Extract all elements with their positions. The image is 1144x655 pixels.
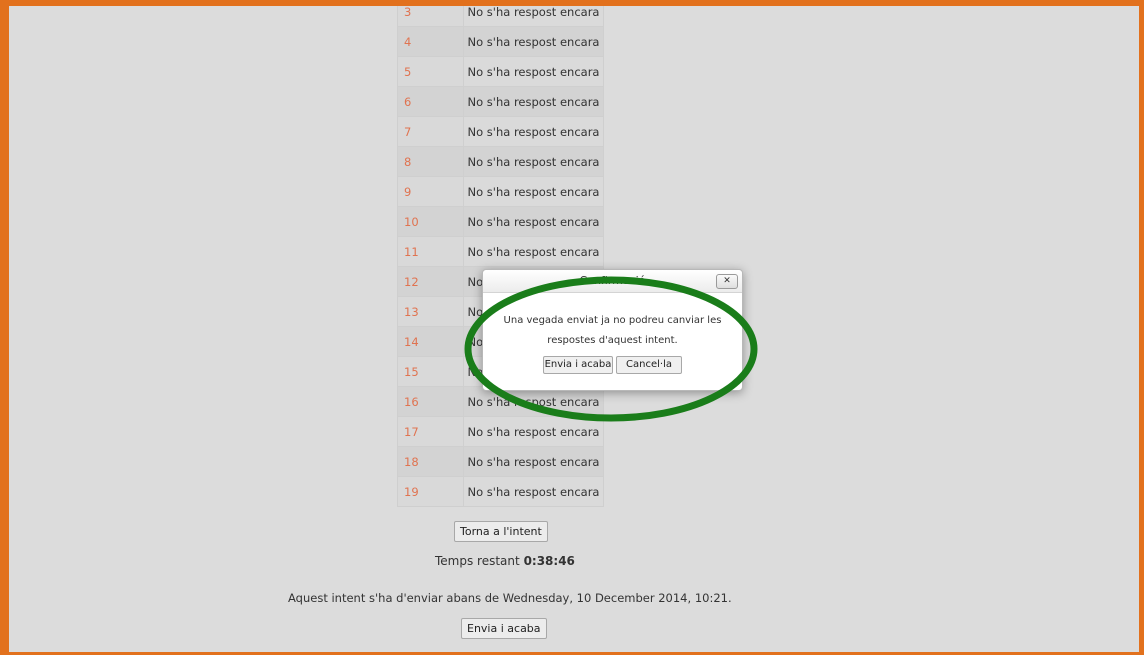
table-row: 6 No s'ha respost encara [397,86,604,117]
question-number-link[interactable]: 8 [397,146,464,177]
deadline-notice: Aquest intent s'ha d'enviar abans de Wed… [288,591,732,605]
question-number-link[interactable]: 13 [397,296,464,327]
table-row: 9 No s'ha respost encara [397,176,604,207]
question-number-link[interactable]: 18 [397,446,464,477]
question-number-link[interactable]: 19 [397,476,464,507]
question-number-link[interactable]: 7 [397,116,464,147]
question-number-link[interactable]: 15 [397,356,464,387]
question-number-link[interactable]: 4 [397,26,464,57]
question-number-link[interactable]: 16 [397,386,464,417]
table-row: 4 No s'ha respost encara [397,26,604,57]
question-number-link[interactable]: 12 [397,266,464,297]
table-row: 10 No s'ha respost encara [397,206,604,237]
question-status: No s'ha respost encara [463,86,604,117]
question-number-link[interactable]: 17 [397,416,464,447]
time-remaining: Temps restant 0:38:46 [435,554,575,568]
question-status: No s'ha respost encara [463,476,604,507]
table-row: 18 No s'ha respost encara [397,446,604,477]
return-to-attempt-button[interactable]: Torna a l'intent [454,521,548,542]
question-number-link[interactable]: 11 [397,236,464,267]
table-row: 8 No s'ha respost encara [397,146,604,177]
question-status: No s'ha respost encara [463,206,604,237]
table-row: 3 No s'ha respost encara [397,6,604,27]
time-remaining-value: 0:38:46 [523,554,575,568]
table-row: 7 No s'ha respost encara [397,116,604,147]
question-status: No s'ha respost encara [463,236,604,267]
question-status: No s'ha respost encara [463,176,604,207]
question-number-link[interactable]: 6 [397,86,464,117]
table-row: 11 No s'ha respost encara [397,236,604,267]
question-status: No s'ha respost encara [463,116,604,147]
attempt-summary-table: 3 No s'ha respost encara 4 No s'ha respost … [397,6,604,507]
question-number-link[interactable]: 14 [397,326,464,357]
question-status: No s'ha respost encara [463,446,604,477]
question-number-link[interactable]: 3 [397,6,464,27]
submit-all-button[interactable]: Envia i acaba [461,618,547,639]
table-row: 19 No s'ha respost encara [397,476,604,507]
question-status: No s'ha respost encara [463,56,604,87]
time-remaining-label: Temps restant [435,554,520,568]
question-number-link[interactable]: 10 [397,206,464,237]
page-frame: 3 No s'ha respost encara 4 No s'ha respost … [0,0,1144,655]
question-status: No s'ha respost encara [463,26,604,57]
table-row: 5 No s'ha respost encara [397,56,604,87]
question-number-link[interactable]: 9 [397,176,464,207]
question-status: No s'ha respost encara [463,6,604,27]
question-status: No s'ha respost encara [463,146,604,177]
highlight-ellipse [464,276,758,422]
question-number-link[interactable]: 5 [397,56,464,87]
